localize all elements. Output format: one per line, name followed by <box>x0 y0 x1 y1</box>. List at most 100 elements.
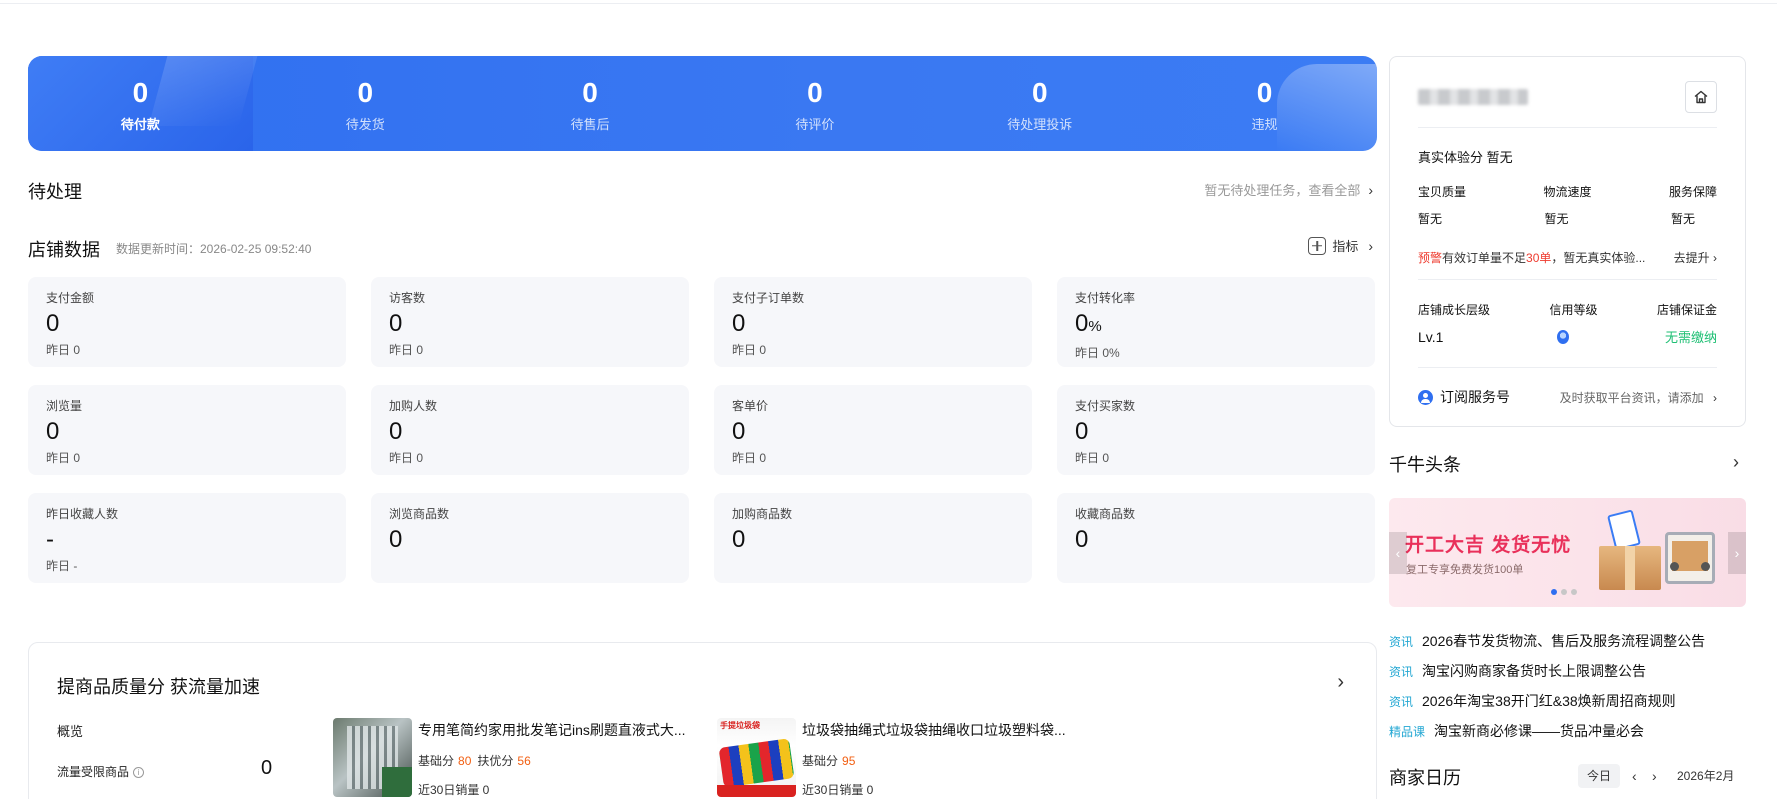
news-text: 2026年淘宝38开门红&38焕新周招商规则 <box>1422 693 1676 709</box>
product-thumbnail: 手提垃圾袋 <box>717 718 796 797</box>
base-score-label: 基础分 <box>418 754 455 768</box>
product-title: 垃圾袋抽绳式垃圾袋抽绳收口垃圾塑料袋... <box>802 722 1066 738</box>
credit-medal-icon <box>1557 329 1570 344</box>
metric-value: - <box>46 526 54 553</box>
news-item[interactable]: 资讯 2026春节发货物流、售后及服务流程调整公告 <box>1389 626 1759 656</box>
plus-square-icon <box>1308 236 1327 255</box>
news-item[interactable]: 资讯 2026年淘宝38开门红&38焕新周招商规则 <box>1389 686 1759 716</box>
status-label: 违规 <box>1251 117 1278 132</box>
metric-label: 支付买家数 <box>1075 399 1136 413</box>
status-label: 待评价 <box>795 117 835 132</box>
metric-value: 0 <box>389 526 403 553</box>
banner-subtitle: 复工专享免费发货100单 <box>1406 564 1524 576</box>
experience-warning[interactable]: 预警有效订单量不足30单，暂无真实体验... 去提升 › <box>1418 249 1717 266</box>
product-scores: 基础分 80 扶优分 56 <box>418 752 686 769</box>
status-label: 待发货 <box>345 117 385 132</box>
news-tag: 资讯 <box>1389 694 1414 709</box>
product-sales: 近30日销量 0 <box>802 783 874 797</box>
status-pending-payment[interactable]: 0 待付款 <box>28 56 253 151</box>
metric-card-conversion-rate[interactable]: 支付转化率 0% 昨日 0% <box>1057 277 1375 367</box>
chevron-right-icon[interactable]: › <box>1337 671 1344 694</box>
divider <box>1418 279 1717 280</box>
calendar-prev-icon[interactable]: ‹ <box>1632 764 1637 788</box>
calendar-month: 2026年2月 <box>1677 769 1735 783</box>
indicator-label: 指标 <box>1332 239 1359 254</box>
metric-card-favorites-users[interactable]: 昨日收藏人数 - 昨日 - <box>28 493 346 583</box>
carousel-prev-icon[interactable]: ‹ <box>1389 532 1407 574</box>
calendar-today-button[interactable]: 今日 <box>1578 764 1620 788</box>
product-scores: 基础分 95 <box>802 752 1066 769</box>
metric-card-visitors[interactable]: 访客数 0 昨日 0 <box>371 277 689 367</box>
score-label-service: 服务保障 <box>1668 185 1717 199</box>
news-tag: 资讯 <box>1389 634 1414 649</box>
improve-link[interactable]: 去提升 › <box>1674 249 1717 266</box>
box-illustration <box>1599 546 1661 590</box>
warning-count: 30单 <box>1526 251 1552 265</box>
metric-value: 0 <box>732 418 746 445</box>
metric-label: 支付转化率 <box>1075 291 1136 305</box>
score-value-logistics: 暂无 <box>1544 212 1569 226</box>
deposit-value[interactable]: 无需缴纳 <box>1665 327 1717 346</box>
base-score: 95 <box>842 754 856 768</box>
cart-illustration <box>1665 532 1715 584</box>
flow-limited-value: 0 <box>261 757 273 779</box>
carousel-dot[interactable] <box>1551 589 1557 595</box>
growth-labels: 店铺成长层级 信用等级 店铺保证金 <box>1418 301 1717 318</box>
experience-score: 真实体验分 暂无 <box>1418 147 1513 166</box>
metric-card-viewed-products[interactable]: 浏览商品数 0 <box>371 493 689 583</box>
metric-card-favorite-products[interactable]: 收藏商品数 0 <box>1057 493 1375 583</box>
news-text: 淘宝新商必修课——货品冲量必会 <box>1434 723 1645 739</box>
status-after-sales[interactable]: 0 待售后 <box>478 56 703 151</box>
carousel-dot[interactable] <box>1561 589 1567 595</box>
calendar-next-icon[interactable]: › <box>1652 764 1657 788</box>
subscribe-label: 订阅服务号 <box>1440 389 1510 405</box>
growth-level-value: Lv.1 <box>1418 328 1444 345</box>
status-count: 0 <box>132 77 149 108</box>
score-values: 暂无 暂无 暂无 <box>1418 210 1717 227</box>
product-item[interactable]: 手提垃圾袋 垃圾袋抽绳式垃圾袋抽绳收口垃圾塑料袋... 基础分 95 近30日销量… <box>717 718 1066 798</box>
thumbnail-tag: 手提垃圾袋 <box>720 721 760 730</box>
metric-label: 支付子订单数 <box>732 291 805 305</box>
metric-card-pay-amount[interactable]: 支付金额 0 昨日 0 <box>28 277 346 367</box>
status-violations[interactable]: 0 违规 <box>1152 56 1377 151</box>
metric-card-sub-orders[interactable]: 支付子订单数 0 昨日 0 <box>714 277 1032 367</box>
status-pending-review[interactable]: 0 待评价 <box>702 56 927 151</box>
metric-card-paying-buyers[interactable]: 支付买家数 0 昨日 0 <box>1057 385 1375 475</box>
news-list: 资讯 2026春节发货物流、售后及服务流程调整公告 资讯 淘宝闪购商家备货时长上… <box>1389 626 1759 746</box>
info-circle-icon[interactable]: i <box>133 767 145 779</box>
data-update-time: 数据更新时间：2026-02-25 09:52:40 <box>116 242 312 256</box>
carousel-next-icon[interactable]: › <box>1728 532 1746 574</box>
promo-banner[interactable]: 开工大吉 发货无忧 复工专享免费发货100单 ‹ › <box>1389 498 1746 607</box>
metric-label: 浏览量 <box>46 399 83 413</box>
status-complaints[interactable]: 0 待处理投诉 <box>927 56 1152 151</box>
metric-value: 0 <box>46 310 60 337</box>
indicator-settings-button[interactable]: 指标 › <box>1308 236 1373 255</box>
flow-limited-text: 流量受限商品 <box>57 765 130 779</box>
metric-yesterday: 昨日 0 <box>46 451 81 465</box>
status-pending-shipment[interactable]: 0 待发货 <box>253 56 478 151</box>
score-value-quality: 暂无 <box>1418 212 1443 226</box>
carousel-dot[interactable] <box>1571 589 1577 595</box>
subscribe-service-row[interactable]: 订阅服务号 及时获取平台资讯，请添加 › <box>1418 387 1717 407</box>
metric-label: 客单价 <box>732 399 769 413</box>
news-text: 淘宝闪购商家备货时长上限调整公告 <box>1422 663 1647 679</box>
divider <box>1418 367 1717 368</box>
product-info: 专用笔简约家用批发笔记ins刷题直液式大... 基础分 80 扶优分 56 近30日销… <box>418 718 686 798</box>
metric-card-cart-users[interactable]: 加购人数 0 昨日 0 <box>371 385 689 475</box>
metric-card-page-views[interactable]: 浏览量 0 昨日 0 <box>28 385 346 475</box>
news-item[interactable]: 资讯 淘宝闪购商家备货时长上限调整公告 <box>1389 656 1759 686</box>
chevron-right-icon[interactable]: › <box>1733 452 1739 473</box>
metric-unit: % <box>1088 318 1102 335</box>
metric-yesterday: 昨日 0 <box>389 451 424 465</box>
warning-tag: 预警 <box>1418 251 1443 265</box>
shop-home-button[interactable] <box>1685 81 1717 113</box>
product-item[interactable]: 专用笔简约家用批发笔记ins刷题直液式大... 基础分 80 扶优分 56 近30日销… <box>333 718 686 798</box>
quality-score-card: 提商品质量分 获流量加速 › 概览 流量受限商品 i 0 专用笔简约家用批发笔记i… <box>28 642 1377 799</box>
status-count: 0 <box>1031 77 1048 108</box>
status-count: 0 <box>1256 77 1273 108</box>
pending-view-all-link[interactable]: 暂无待处理任务，查看全部 › <box>1204 180 1373 199</box>
metric-value: 0 <box>389 418 403 445</box>
metric-card-avg-order[interactable]: 客单价 0 昨日 0 <box>714 385 1032 475</box>
metric-card-cart-products[interactable]: 加购商品数 0 <box>714 493 1032 583</box>
news-item[interactable]: 精品课 淘宝新商必修课——货品冲量必会 <box>1389 716 1759 746</box>
